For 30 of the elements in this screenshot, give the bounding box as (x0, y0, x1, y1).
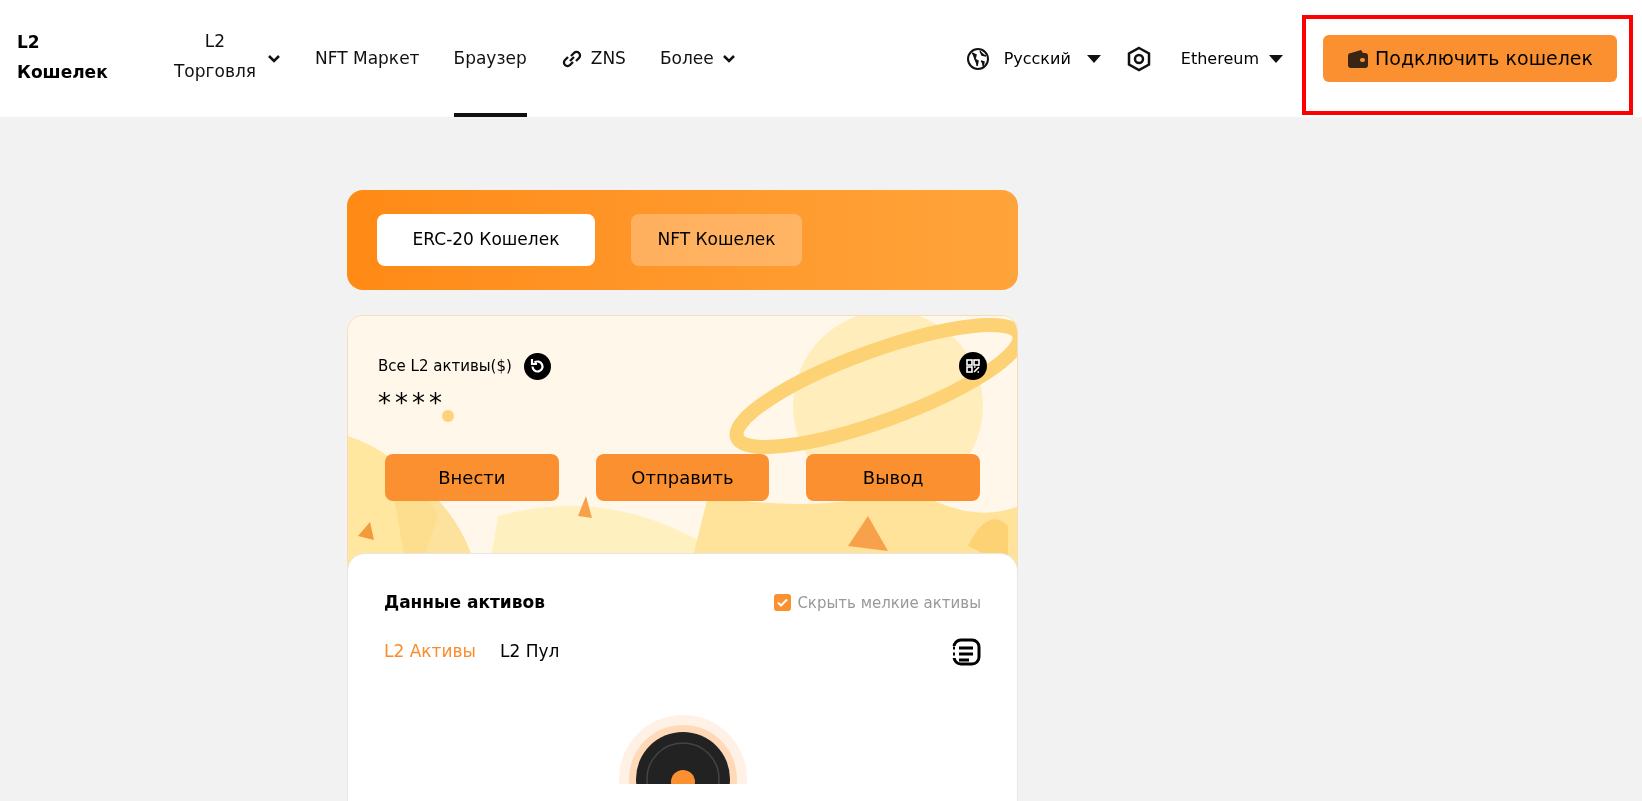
logo-text[interactable]: L2 (17, 26, 147, 57)
caret-icon[interactable] (1269, 54, 1283, 63)
nav-link[interactable]: ZNS (560, 0, 626, 117)
refresh-icon[interactable] (523, 352, 551, 380)
globe-icon[interactable] (965, 46, 990, 71)
asset-tab[interactable]: L2 Пул (500, 638, 560, 665)
wallet-icon (1347, 48, 1369, 69)
qr-code-icon[interactable] (959, 352, 987, 380)
language-label[interactable]: Русский (1003, 46, 1071, 71)
nav-link[interactable]: L2 Торговля (171, 0, 281, 117)
logo-text[interactable]: Кошелек (17, 56, 147, 87)
chevron-icon (267, 54, 281, 63)
checkmark-icon[interactable] (777, 598, 789, 608)
nav-link[interactable]: NFT Маркет (315, 0, 420, 117)
connect-wallet-button[interactable]: Подключить кошелек (1323, 35, 1617, 82)
action-button[interactable]: Отправить (595, 454, 770, 501)
list-icon[interactable] (951, 637, 981, 666)
nav-link[interactable]: Более (659, 0, 736, 117)
total-assets-label: Все L2 активы($) (378, 355, 512, 377)
checkbox[interactable] (774, 594, 792, 612)
nav-link[interactable]: Браузер (453, 0, 527, 117)
action-button[interactable]: Внести (385, 454, 559, 501)
wallet-tab[interactable]: ERC-20 Кошелек (377, 214, 595, 266)
chevron-icon (721, 54, 736, 63)
action-button[interactable]: Вывод (806, 454, 980, 501)
network-label[interactable]: Ethereum (1180, 46, 1259, 71)
wallet-tab[interactable]: NFT Кошелек (631, 214, 802, 266)
balance-value: **** (378, 387, 447, 420)
caret-icon[interactable] (1086, 54, 1101, 63)
section-title: Данные активов (384, 591, 545, 614)
